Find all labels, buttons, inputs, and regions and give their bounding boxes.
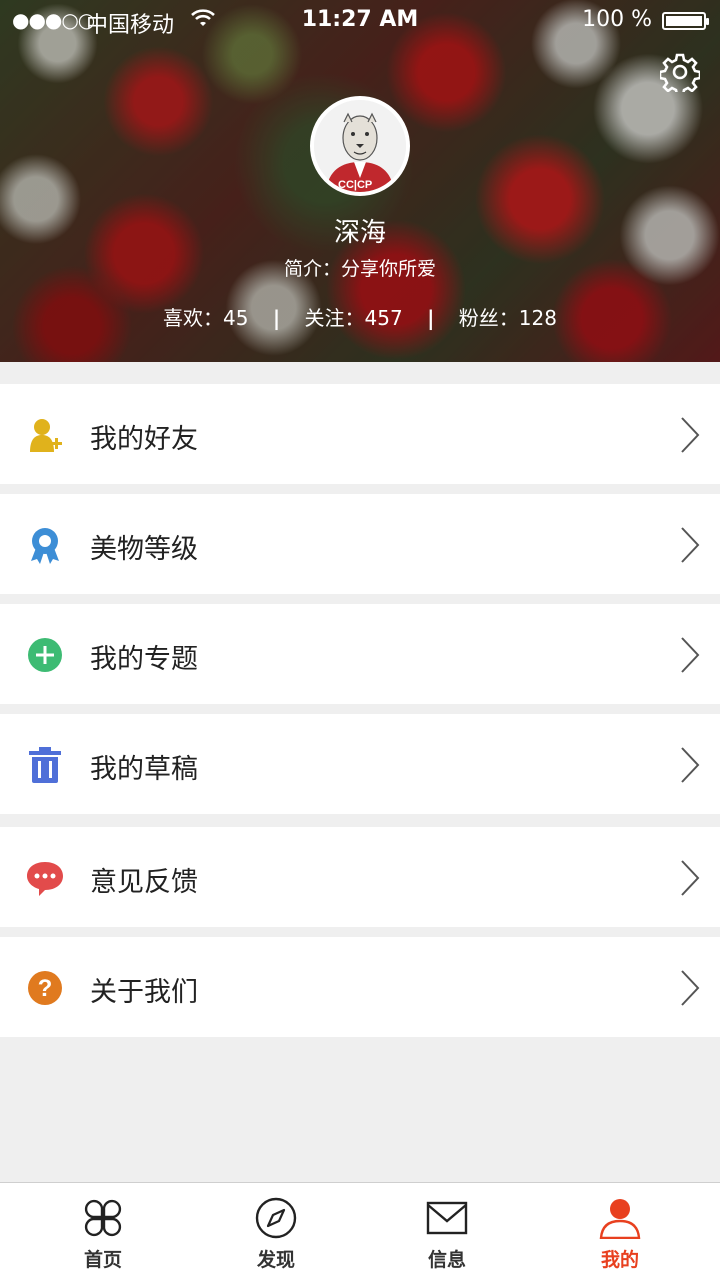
stats-divider: | <box>427 306 435 330</box>
menu-item-feedback[interactable]: 意见反馈 <box>0 827 720 927</box>
chevron-right-icon <box>678 969 702 1007</box>
tab-label: 首页 <box>83 1249 122 1271</box>
menu-item-label: 美物等级 <box>90 534 198 565</box>
menu-item-level[interactable]: 美物等级 <box>0 494 720 594</box>
clover-icon <box>84 1199 122 1237</box>
following-count[interactable]: 关注：457 <box>305 306 403 330</box>
menu-item-label: 关于我们 <box>90 977 198 1008</box>
compass-icon <box>255 1197 297 1239</box>
menu-item-label: 我的草稿 <box>90 754 198 785</box>
profile-name: 深海 <box>333 218 386 248</box>
chevron-right-icon <box>678 526 702 564</box>
add-friend-icon <box>26 416 64 454</box>
tab-label: 发现 <box>256 1249 295 1271</box>
menu-item-topics[interactable]: 我的专题 <box>0 604 720 704</box>
menu-item-label: 我的专题 <box>90 644 198 675</box>
question-icon: ? <box>26 969 64 1007</box>
profile-header: ●●●○○ 中国移动 11:27 AM 100 % CC|CP 深海 简介：分享… <box>0 0 720 362</box>
chevron-right-icon <box>678 636 702 674</box>
tab-messages[interactable]: 信息 <box>387 1183 507 1280</box>
envelope-icon <box>426 1201 468 1235</box>
likes-count[interactable]: 喜欢：45 <box>163 306 248 330</box>
chevron-right-icon <box>678 859 702 897</box>
settings-gear-icon[interactable] <box>658 52 702 97</box>
tab-bar: 首页 发现 信息 我的 <box>0 1182 720 1280</box>
badge-icon <box>26 526 64 564</box>
profile-stats: 喜欢：45 | 关注：457 | 粉丝：128 <box>0 302 720 331</box>
chevron-right-icon <box>678 416 702 454</box>
person-icon <box>599 1199 641 1239</box>
tab-me[interactable]: 我的 <box>560 1183 680 1280</box>
chevron-right-icon <box>678 746 702 784</box>
menu-item-label: 意见反馈 <box>90 867 198 898</box>
profile-bio: 简介：分享你所爱 <box>283 258 436 280</box>
svg-text:?: ? <box>38 975 53 1002</box>
status-bar: ●●●○○ 中国移动 11:27 AM 100 % <box>0 0 720 40</box>
chat-bubble-icon <box>26 859 64 897</box>
trash-icon <box>26 746 64 784</box>
battery-icon <box>662 12 709 30</box>
svg-text:CC|CP: CC|CP <box>338 179 372 191</box>
stats-divider: | <box>272 306 281 330</box>
plus-circle-icon <box>26 636 64 674</box>
fans-count[interactable]: 粉丝：128 <box>459 306 557 330</box>
menu-item-friends[interactable]: 我的好友 <box>0 384 720 484</box>
menu-item-label: 我的好友 <box>90 424 198 455</box>
tab-home[interactable]: 首页 <box>43 1183 163 1280</box>
tab-discover[interactable]: 发现 <box>216 1183 336 1280</box>
menu-item-about[interactable]: ? 关于我们 <box>0 937 720 1037</box>
tab-label: 信息 <box>427 1249 466 1271</box>
menu-item-drafts[interactable]: 我的草稿 <box>0 714 720 814</box>
tab-label: 我的 <box>600 1249 639 1271</box>
battery-percent: 100 % <box>582 7 652 32</box>
avatar[interactable]: CC|CP <box>310 96 410 196</box>
